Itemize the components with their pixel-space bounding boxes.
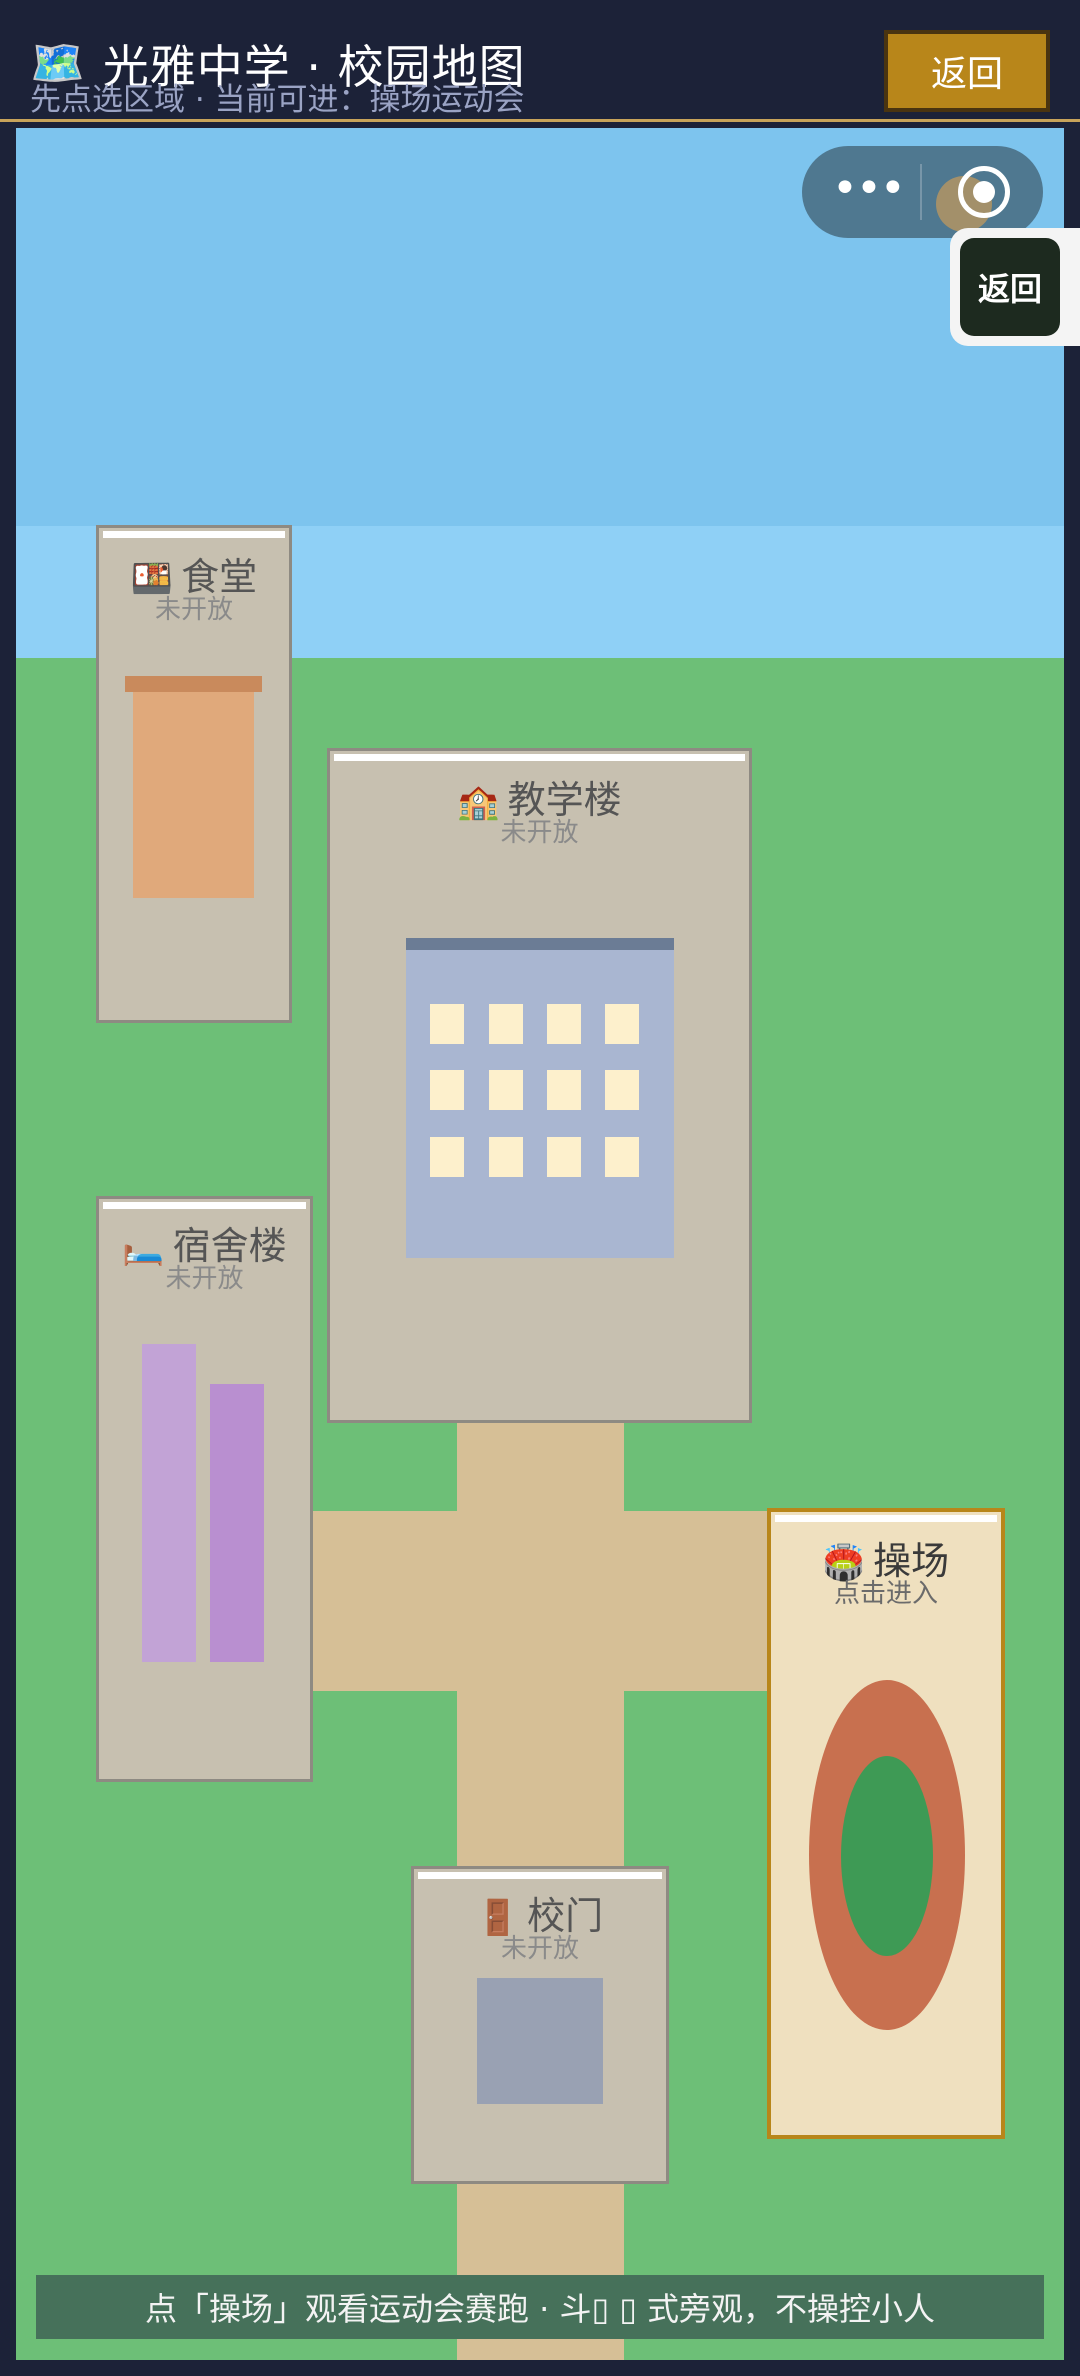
top-bar: 🗺️ 光雅中学 · 校园地图 先点选区域 · 当前可进：操场运动会 返回 [0,0,1080,122]
playground-status: 点击进入 [833,1579,938,1609]
building-gate[interactable]: 🚪 校门 未开放 [411,1866,669,2184]
gate-status: 未开放 [500,1934,579,1964]
floating-back-button[interactable]: 返回 [960,238,1060,336]
miniprogram-capsule: ••• [802,146,1043,238]
window [430,1137,464,1177]
canteen-roof [125,676,262,692]
window [605,1004,639,1044]
window [605,1070,639,1110]
bed-icon: 🛏️ [122,1228,165,1268]
window [605,1137,639,1177]
close-miniprogram-icon[interactable] [958,166,1010,218]
canteen-body [133,692,254,898]
window [547,1070,581,1110]
playground-label: 🏟️ 操场 点击进入 [771,1530,1001,1610]
window [547,1137,581,1177]
back-button[interactable]: 返回 [884,30,1050,112]
dorm-label: 🛏️ 宿舍楼 未开放 [99,1215,310,1295]
playground-top-strip [775,1515,997,1522]
school-icon: 🏫 [457,782,500,822]
building-canteen[interactable]: 🍱 食堂 未开放 [96,525,292,1023]
teaching-status: 未开放 [500,818,579,848]
canteen-label: 🍱 食堂 未开放 [99,546,289,626]
infield [841,1756,933,1956]
canteen-status: 未开放 [154,595,233,625]
building-dorm[interactable]: 🛏️ 宿舍楼 未开放 [96,1196,313,1782]
dorm-tower-left [142,1344,196,1662]
window [430,1004,464,1044]
gate-door [477,1978,603,2104]
dorm-tower-right [210,1384,264,1662]
gate-label: 🚪 校门 未开放 [414,1885,666,1965]
page-subtitle: 先点选区域 · 当前可进：操场运动会 [30,82,525,118]
teaching-facade [406,938,674,1258]
building-teaching[interactable]: 🏫 教学楼 未开放 [327,748,752,1423]
window [547,1004,581,1044]
floating-back-widget[interactable]: 返回 [950,228,1080,346]
teaching-label: 🏫 教学楼 未开放 [330,769,749,849]
window [430,1070,464,1110]
campus-map: 🍱 食堂 未开放 🏫 教学楼 未开放 🛏️ 宿舍楼 未开放 🏟️ 操场 点击进入… [16,128,1064,2360]
window [489,1137,523,1177]
path-horizontal [310,1511,790,1691]
capsule-divider [920,164,922,220]
window [489,1070,523,1110]
more-menu-button[interactable]: ••• [832,166,906,216]
window [489,1004,523,1044]
hint-bar: 点「操场」观看运动会赛跑 · 斗▯ ▯ 式旁观，不操控小人 [36,2275,1044,2339]
building-playground[interactable]: 🏟️ 操场 点击进入 [767,1508,1005,2139]
